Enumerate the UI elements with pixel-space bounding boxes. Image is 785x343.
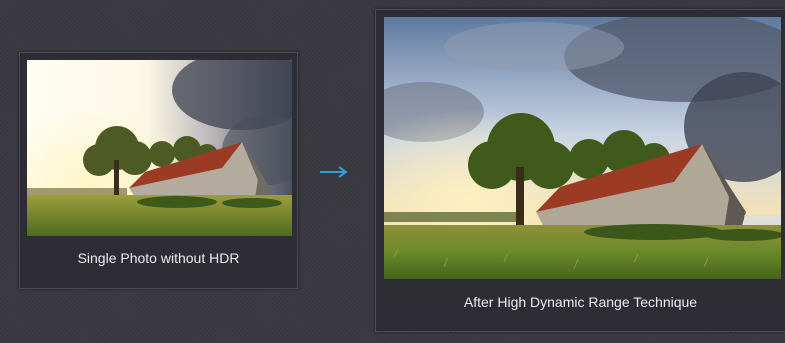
after-caption: After High Dynamic Range Technique bbox=[463, 294, 698, 310]
arrow-right-icon bbox=[319, 164, 349, 180]
before-card: Single Photo without HDR bbox=[19, 52, 298, 289]
after-photo bbox=[384, 17, 781, 279]
before-caption: Single Photo without HDR bbox=[77, 250, 240, 266]
after-card: After High Dynamic Range Technique bbox=[375, 9, 785, 332]
before-photo bbox=[27, 60, 292, 236]
